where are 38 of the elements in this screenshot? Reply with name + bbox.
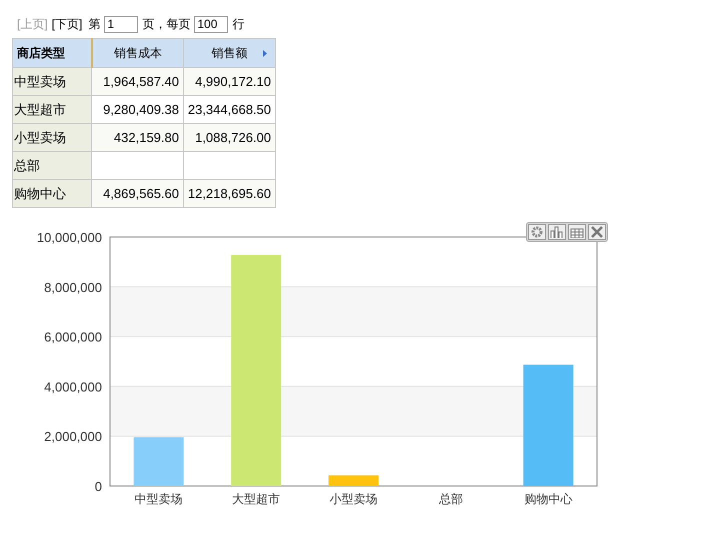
- rows-label: 行: [232, 16, 244, 33]
- per-page-label: 页，每页: [142, 16, 190, 33]
- table-cell: 9,280,409.38: [92, 96, 184, 124]
- y-tick-label: 6,000,000: [44, 330, 102, 345]
- next-page-link[interactable]: [下页]: [52, 15, 82, 33]
- table-cell: 小型卖场: [12, 124, 92, 152]
- x-tick-label: 中型卖场: [134, 492, 183, 506]
- table-cell: 购物中心: [12, 180, 92, 208]
- table-cell: 大型超市: [12, 96, 92, 124]
- y-tick-label: 10,000,000: [36, 230, 102, 245]
- y-tick-label: 2,000,000: [44, 429, 102, 444]
- table-cell: 432,159.80: [92, 124, 184, 152]
- x-tick-label: 大型超市: [232, 492, 280, 506]
- rows-per-page-field[interactable]: 100: [194, 16, 228, 32]
- x-tick-label: 购物中心: [524, 492, 572, 506]
- table-cell: 4,990,172.10: [184, 68, 276, 96]
- y-tick-label: 8,000,000: [44, 280, 102, 295]
- table-cell: 中型卖场: [12, 68, 92, 96]
- table-cell: 1,088,726.00: [184, 124, 276, 152]
- x-tick-label: 总部: [438, 492, 463, 506]
- page-field[interactable]: 1: [104, 16, 138, 32]
- caret-icon: [263, 50, 267, 57]
- column-header[interactable]: 销售额: [184, 38, 276, 68]
- table-cell: 23,344,668.50: [184, 96, 276, 124]
- page-label: 第: [88, 16, 100, 33]
- y-tick-label: 4,000,000: [44, 379, 102, 394]
- bar-chart-icon[interactable]: [548, 224, 566, 240]
- column-header[interactable]: 商店类型: [12, 38, 92, 68]
- settings-icon[interactable]: [528, 224, 546, 240]
- table-cell: 4,869,565.60: [92, 180, 184, 208]
- table-cell: 12,218,695.60: [184, 180, 276, 208]
- column-header[interactable]: 销售成本: [92, 38, 184, 68]
- close-icon[interactable]: [588, 224, 606, 240]
- x-tick-label: 小型卖场: [330, 492, 378, 506]
- y-tick-label: 0: [94, 479, 102, 494]
- table-cell: 1,964,587.40: [92, 68, 184, 96]
- table-cell: 总部: [12, 152, 92, 180]
- table-export-icon[interactable]: [568, 224, 586, 240]
